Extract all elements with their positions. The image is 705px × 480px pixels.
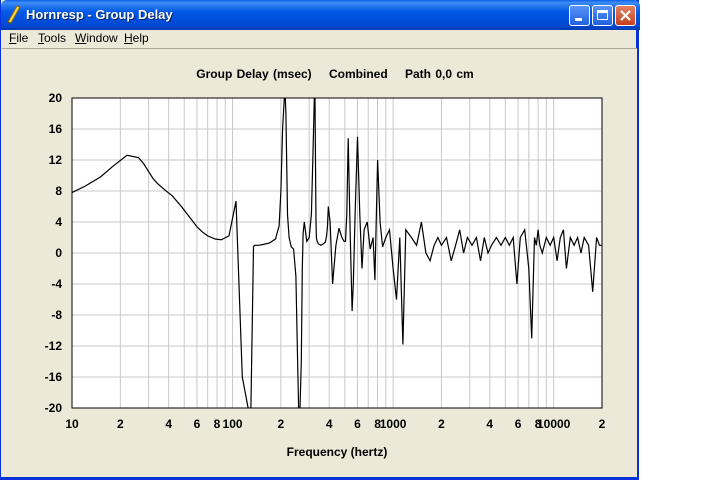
x-tick-label: 4: [486, 417, 493, 431]
y-tick-label: 4: [55, 215, 62, 229]
y-tick-label: -16: [45, 370, 63, 384]
x-tick-label: 6: [515, 417, 522, 431]
y-tick-label: -4: [51, 277, 62, 291]
y-tick-label: 8: [55, 184, 62, 198]
x-tick-label: 2: [438, 417, 445, 431]
x-tick-label: 8: [214, 417, 221, 431]
x-tick-label: 6: [354, 417, 361, 431]
x-axis-label: Frequency (hertz): [286, 445, 388, 459]
x-tick-label: 6: [194, 417, 201, 431]
y-tick-label: 20: [49, 91, 63, 105]
group-delay-chart: 201612840-4-8-12-16-2010 2 4 6 8 100 2 4 6 81000 2…: [45, 91, 606, 431]
y-tick-label: 0: [55, 246, 62, 260]
y-tick-label: -20: [45, 401, 63, 415]
x-tick-label: 1000: [380, 417, 407, 431]
y-tick-label: 16: [49, 122, 63, 136]
y-tick-label: 12: [49, 153, 63, 167]
x-tick-label: 2: [117, 417, 124, 431]
x-tick-label: 2: [599, 417, 606, 431]
x-tick-label: 4: [326, 417, 333, 431]
x-tick-label: 2: [278, 417, 285, 431]
x-tick-label: 4: [165, 417, 172, 431]
x-tick-label: 100: [223, 417, 243, 431]
x-tick-label: 10000: [537, 417, 571, 431]
y-tick-label: -8: [51, 308, 62, 322]
y-tick-label: -12: [45, 339, 63, 353]
x-tick-label: 10: [65, 417, 79, 431]
